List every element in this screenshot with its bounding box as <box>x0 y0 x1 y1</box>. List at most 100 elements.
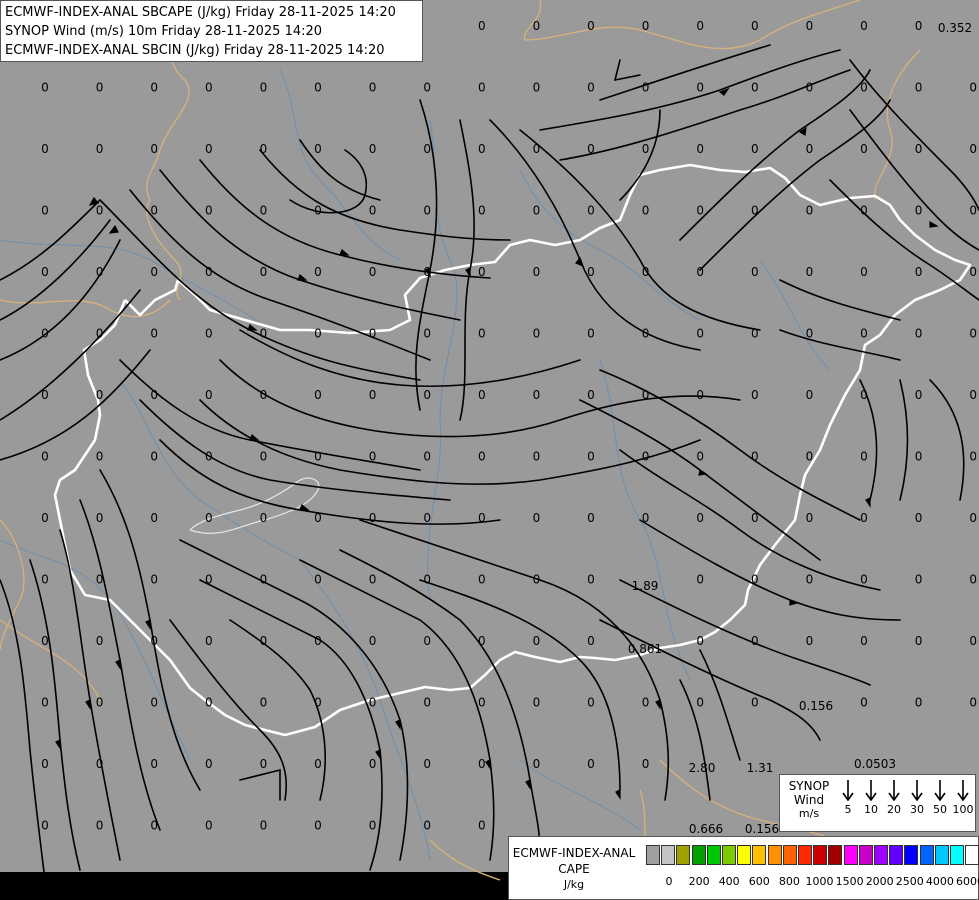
grid-value: 0 <box>150 696 158 710</box>
grid-value: 0 <box>96 819 104 833</box>
grid-value: 0 <box>806 142 814 156</box>
synop-item-5: 5 <box>837 779 859 816</box>
grid-value-special: 0.352 <box>938 21 972 35</box>
grid-value: 0 <box>533 81 541 95</box>
grid-value: 0 <box>642 142 650 156</box>
grid-value-special: 0.156 <box>799 699 833 713</box>
grid-value: 0 <box>150 81 158 95</box>
cape-color-swatch <box>828 845 843 865</box>
grid-value: 0 <box>205 327 213 341</box>
grid-value: 0 <box>260 81 268 95</box>
grid-value: 0 <box>533 142 541 156</box>
cape-tick-label: 0 <box>665 875 673 888</box>
grid-value: 0 <box>150 634 158 648</box>
grid-value: 0 <box>369 573 377 587</box>
grid-value: 0 <box>751 142 759 156</box>
grid-value: 0 <box>587 511 595 525</box>
cape-legend-unit: J/kg <box>563 878 585 891</box>
grid-value: 0 <box>860 327 868 341</box>
grid-value: 0 <box>41 265 49 279</box>
grid-value: 0 <box>478 757 486 771</box>
grid-value: 0 <box>423 757 431 771</box>
cape-tick-label: 400 <box>718 875 740 888</box>
grid-value: 0 <box>969 573 977 587</box>
grid-value: 0 <box>969 450 977 464</box>
grid-value: 0 <box>369 511 377 525</box>
cape-color-legend: ECMWF-INDEX-ANAL CAPE J/kg 0 200 400 600 800… <box>508 836 979 900</box>
synop-item-30: 30 <box>906 779 928 816</box>
grid-value: 0 <box>41 634 49 648</box>
synop-speed-label: 100 <box>952 803 974 816</box>
synop-legend-subtitle: Wind <box>793 793 825 807</box>
grid-value: 0 <box>260 634 268 648</box>
grid-value: 0 <box>751 265 759 279</box>
cape-color-swatch <box>661 845 676 865</box>
grid-value: 0 <box>533 327 541 341</box>
grid-value: 0 <box>696 265 704 279</box>
grid-value: 0 <box>96 388 104 402</box>
cape-color-swatch <box>767 845 782 865</box>
grid-value: 0 <box>314 204 322 218</box>
grid-value: 0 <box>915 142 923 156</box>
grid-value: 0 <box>969 81 977 95</box>
cape-tick-label: 1500 <box>835 875 864 888</box>
cape-tick-label: 2500 <box>895 875 924 888</box>
grid-value: 0 <box>806 204 814 218</box>
grid-value: 0 <box>642 757 650 771</box>
grid-value: 0 <box>260 511 268 525</box>
grid-value: 0 <box>969 696 977 710</box>
cape-color-swatch <box>782 845 797 865</box>
grid-value: 0 <box>533 204 541 218</box>
grid-value: 0 <box>587 81 595 95</box>
grid-value: 0 <box>96 634 104 648</box>
grid-value: 0 <box>696 19 704 33</box>
grid-value: 0 <box>860 388 868 402</box>
cape-tick-label: 1000 <box>805 875 834 888</box>
grid-value: 0 <box>696 511 704 525</box>
grid-value: 0 <box>41 388 49 402</box>
cape-color-swatch <box>691 845 706 865</box>
grid-value: 0 <box>915 388 923 402</box>
grid-value: 0 <box>860 450 868 464</box>
grid-value: 0 <box>478 696 486 710</box>
grid-value: 0 <box>150 450 158 464</box>
grid-value: 0 <box>423 634 431 648</box>
grid-value: 0 <box>751 327 759 341</box>
grid-value: 0 <box>314 388 322 402</box>
title-line-sbcape: ECMWF-INDEX-ANAL SBCAPE (J/kg) Friday 28… <box>5 5 396 20</box>
grid-value: 0 <box>969 634 977 648</box>
cape-tick-label: 200 <box>688 875 710 888</box>
cape-tick-label: 800 <box>778 875 800 888</box>
grid-value: 0 <box>696 204 704 218</box>
grid-value: 0 <box>969 204 977 218</box>
grid-value: 0 <box>260 265 268 279</box>
grid-value: 0 <box>478 265 486 279</box>
cape-color-swatch <box>676 845 691 865</box>
grid-value: 0 <box>696 450 704 464</box>
grid-value: 0 <box>205 81 213 95</box>
cape-legend-subtitle: CAPE <box>558 862 590 876</box>
grid-value: 0 <box>915 19 923 33</box>
grid-value: 0 <box>369 450 377 464</box>
grid-value: 0 <box>915 327 923 341</box>
map-bottom-edge <box>0 872 509 900</box>
grid-value: 0 <box>751 696 759 710</box>
grid-value: 0 <box>314 511 322 525</box>
grid-value: 0 <box>314 634 322 648</box>
cape-color-swatch <box>965 845 979 865</box>
grid-value: 0 <box>806 573 814 587</box>
title-line-sbcin: ECMWF-INDEX-ANAL SBCIN (J/kg) Friday 28-… <box>5 43 385 58</box>
grid-value: 0 <box>260 573 268 587</box>
grid-value: 0 <box>423 81 431 95</box>
grid-value: 0 <box>41 81 49 95</box>
grid-value: 0 <box>533 388 541 402</box>
wind-arrow-icon <box>865 780 877 802</box>
grid-value: 0 <box>696 573 704 587</box>
cape-color-swatch <box>934 845 949 865</box>
grid-value: 0 <box>41 327 49 341</box>
cape-color-swatch <box>904 845 919 865</box>
grid-value: 0 <box>423 265 431 279</box>
grid-value: 0 <box>915 450 923 464</box>
grid-value: 0 <box>41 573 49 587</box>
grid-value: 0 <box>41 450 49 464</box>
